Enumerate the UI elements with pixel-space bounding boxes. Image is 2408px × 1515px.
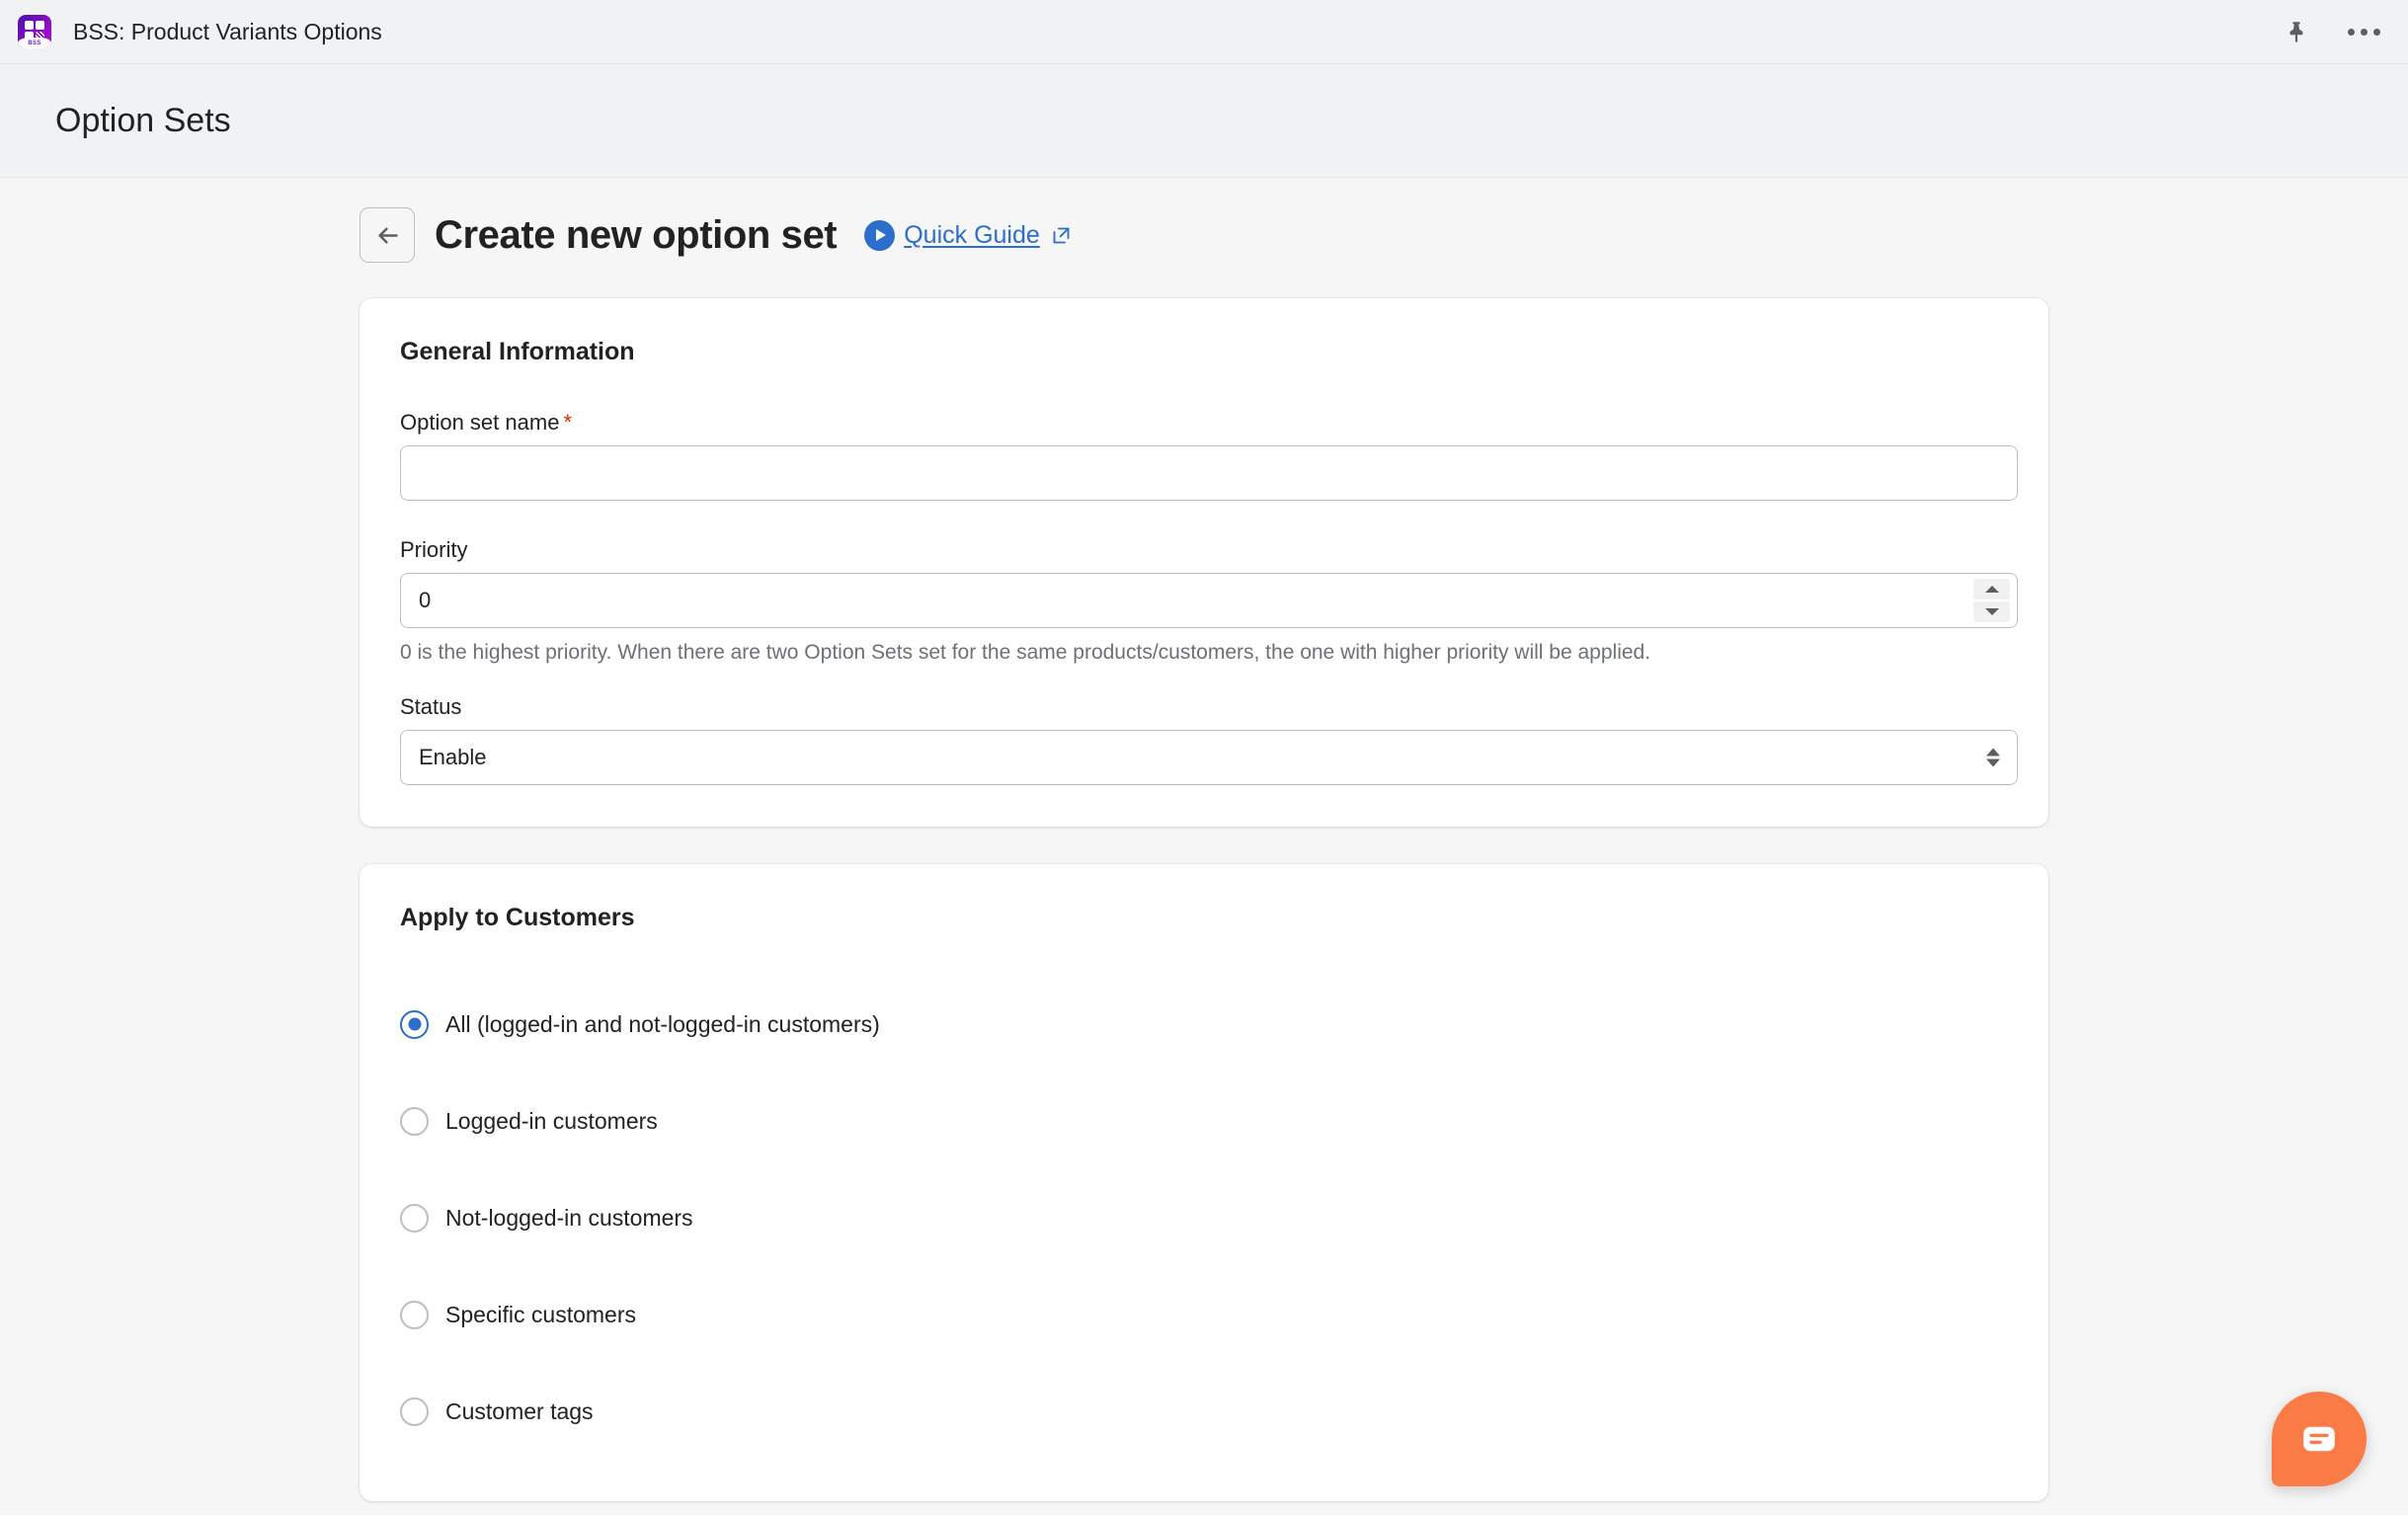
priority-input-wrap [400,573,2018,628]
radio-row-not-logged-in[interactable]: Not-logged-in customers [400,1169,2008,1266]
more-dot-3 [2373,29,2380,36]
radio-icon-customer-tags[interactable] [400,1397,429,1426]
priority-increment-button[interactable] [1973,579,2010,599]
play-icon[interactable] [864,220,895,251]
page-heading-band: Option Sets [0,64,2408,178]
app-logo-wordmark: BSS [18,38,51,48]
arrow-left-icon [374,222,401,249]
status-select-wrap: Enable [400,730,2018,785]
status-field: Status Enable [400,694,2008,785]
app-logo-tile-1 [25,21,34,30]
radio-label-all: All (logged-in and not-logged-in custome… [445,1011,880,1038]
external-link-icon[interactable] [1051,225,1072,246]
app-logo-icon: BSS [18,15,51,48]
create-option-set-title: Create new option set [435,213,837,258]
radio-icon-specific-customers[interactable] [400,1301,429,1329]
chat-widget-button[interactable] [2272,1392,2367,1486]
apply-to-customers-title: Apply to Customers [400,904,2008,932]
radio-label-specific-customers: Specific customers [445,1302,636,1328]
content-area: Create new option set Quick Guide Genera… [0,178,2408,1514]
status-select-value: Enable [419,745,487,770]
apply-to-customers-radio-group: All (logged-in and not-logged-in custome… [400,976,2008,1460]
title-row: Create new option set Quick Guide [360,207,2048,263]
option-set-name-label: Option set name* [400,410,2008,436]
apply-to-customers-card: Apply to Customers All (logged-in and no… [360,864,2048,1501]
radio-icon-logged-in[interactable] [400,1107,429,1136]
more-dots [2348,29,2380,36]
app-bar-actions [2280,15,2380,48]
priority-field: Priority 0 is the highest priority. When… [400,537,2008,667]
spacer-2 [400,667,2008,694]
radio-icon-not-logged-in[interactable] [400,1204,429,1233]
more-dot-1 [2348,29,2355,36]
general-information-title: General Information [400,338,2008,366]
quick-guide-link[interactable]: Quick Guide [904,221,1040,250]
radio-row-specific-customers[interactable]: Specific customers [400,1266,2008,1363]
more-dot-2 [2361,29,2368,36]
app-logo-tile-2 [36,21,44,30]
general-information-card: General Information Option set name* Pri… [360,298,2048,827]
page-title: Option Sets [55,102,231,140]
radio-label-logged-in: Logged-in customers [445,1108,658,1135]
spacer-1 [400,501,2008,537]
radio-row-customer-tags[interactable]: Customer tags [400,1363,2008,1460]
priority-label: Priority [400,537,2008,563]
app-title: BSS: Product Variants Options [73,19,382,45]
priority-stepper [1973,579,2010,622]
radio-label-not-logged-in: Not-logged-in customers [445,1205,693,1232]
play-triangle [876,229,886,241]
option-set-name-field: Option set name* [400,410,2008,501]
app-bar: BSS BSS: Product Variants Options [0,0,2408,64]
pin-icon[interactable] [2280,15,2313,48]
option-set-name-label-text: Option set name [400,410,559,435]
required-asterisk: * [563,410,572,435]
option-set-name-input[interactable] [400,445,2018,501]
priority-decrement-button[interactable] [1973,601,2010,622]
more-horizontal-icon[interactable] [2347,15,2380,48]
priority-input[interactable] [400,573,2018,628]
quick-guide: Quick Guide [864,220,1072,251]
caret-down-icon [1985,608,1999,615]
radio-row-all[interactable]: All (logged-in and not-logged-in custome… [400,976,2008,1073]
caret-up-icon [1985,586,1999,593]
priority-helper-text: 0 is the highest priority. When there ar… [400,639,2008,667]
chat-bubble-icon [2298,1418,2340,1460]
status-select[interactable]: Enable [400,730,2018,785]
radio-label-customer-tags: Customer tags [445,1398,594,1425]
back-button[interactable] [360,207,415,263]
radio-icon-all[interactable] [400,1010,429,1039]
content-inner: Create new option set Quick Guide Genera… [360,178,2048,1501]
status-label: Status [400,694,2008,720]
radio-row-logged-in[interactable]: Logged-in customers [400,1073,2008,1169]
